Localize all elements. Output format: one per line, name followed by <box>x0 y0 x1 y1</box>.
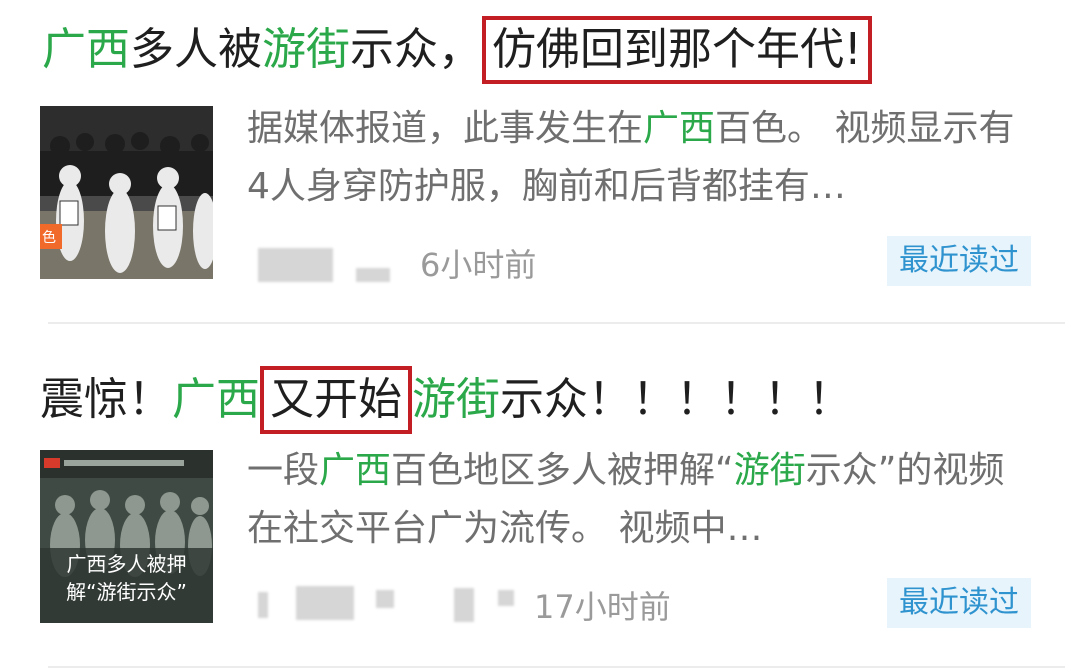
recently-read-badge: 最近读过 <box>887 236 1031 286</box>
title-text: 多人被 <box>130 24 262 75</box>
news-summary: 一段广西百色地区多人被押解“游街示众”的视频在社交平台广为流传。 视频中… <box>247 442 1037 558</box>
blurred-source <box>498 590 514 606</box>
blurred-source <box>376 590 394 608</box>
summary-keyword: 广西 <box>643 108 716 149</box>
thumbnail-caption-line: 广西多人被押 <box>66 552 187 576</box>
thumbnail-caption-line: 解“游街示众” <box>66 580 187 604</box>
title-keyword: 广西 <box>42 24 130 75</box>
title-highlight-box: 仿佛回到那个年代! <box>482 16 872 84</box>
publish-time: 6小时前 <box>420 246 537 284</box>
title-highlight-box: 又开始 <box>260 366 412 434</box>
title-keyword: 游街 <box>412 374 500 425</box>
news-summary: 据媒体报道，此事发生在广西百色。 视频显示有4人身穿防护服，胸前和后背都挂有… <box>247 100 1037 216</box>
thumbnail-image: 色 <box>40 106 213 279</box>
blurred-source <box>356 268 390 282</box>
summary-keyword: 游街 <box>733 450 806 491</box>
news-thumbnail[interactable]: 广西多人被押 解“游街示众” <box>40 450 213 623</box>
item-divider <box>48 322 1065 324</box>
summary-text: 百色地区多人被押解“ <box>391 450 734 491</box>
summary-text: 一段 <box>247 450 320 491</box>
summary-text: 据媒体报道，此事发生在 <box>247 108 644 149</box>
news-title[interactable]: 广西多人被游街示众， 仿佛回到那个年代! <box>42 16 872 84</box>
title-text: 震惊！ <box>40 374 172 425</box>
title-keyword: 游街 <box>262 24 350 75</box>
svg-text:色: 色 <box>42 229 56 246</box>
title-text: 示众， <box>350 24 482 75</box>
thumbnail-caption: 广西多人被押 解“游街示众” <box>40 550 213 606</box>
title-text: 示众！！！！！！ <box>500 374 852 425</box>
news-thumbnail[interactable]: 色 <box>40 106 213 279</box>
title-keyword: 广西 <box>172 374 260 425</box>
recently-read-badge: 最近读过 <box>887 578 1031 628</box>
news-title[interactable]: 震惊！广西 又开始 游街示众！！！！！！ <box>40 366 852 434</box>
blurred-source <box>258 248 333 282</box>
blurred-source <box>258 592 268 618</box>
blurred-source <box>296 586 354 620</box>
blurred-source <box>454 588 474 622</box>
summary-keyword: 广西 <box>319 450 392 491</box>
item-divider <box>48 666 1065 668</box>
publish-time: 17小时前 <box>534 588 671 626</box>
